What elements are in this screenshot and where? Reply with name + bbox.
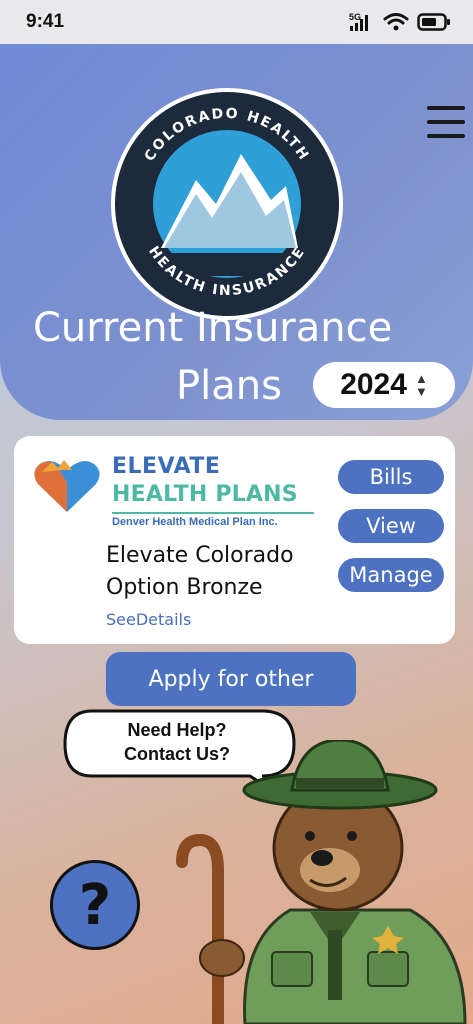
- year-select[interactable]: 2024 ▲ ▼: [313, 362, 455, 408]
- year-value: 2024: [340, 368, 407, 401]
- wifi-icon: [383, 13, 409, 31]
- status-bar: 9:41 5G: [0, 0, 473, 44]
- colorado-health-logo: COLORADO HEALTH HEALTH INSURANCE: [111, 88, 343, 320]
- brand-subtitle: Denver Health Medical Plan Inc.: [112, 516, 278, 528]
- status-time: 9:41: [26, 11, 65, 32]
- page-title-line1: Current Insurance: [33, 305, 393, 351]
- help-button[interactable]: ?: [50, 860, 140, 950]
- plan-card: ELEVATE HEALTH PLANS Denver Health Medic…: [14, 436, 455, 644]
- see-details-link[interactable]: SeeDetails: [106, 610, 191, 629]
- bear-ranger-mascot: [176, 740, 467, 1024]
- view-button[interactable]: View: [338, 509, 444, 543]
- updown-chevron-icon: ▲ ▼: [414, 371, 428, 399]
- bills-button[interactable]: Bills: [338, 460, 444, 494]
- cellular-signal-icon: 5G: [349, 12, 368, 31]
- battery-icon: [417, 13, 450, 31]
- apply-for-other-button[interactable]: Apply for other: [106, 652, 356, 706]
- manage-button[interactable]: Manage: [338, 558, 444, 592]
- hamburger-menu-icon[interactable]: [427, 106, 465, 140]
- status-icons: 5G: [349, 12, 451, 32]
- brand-line1: ELEVATE: [112, 454, 221, 479]
- page-title-line2: Plans: [176, 363, 282, 409]
- heart-mountain-logo-icon: [34, 460, 100, 512]
- brand-line2: HEALTH PLANS: [112, 482, 298, 507]
- brand-divider: [112, 512, 314, 514]
- help-text-line1: Need Help?: [127, 720, 227, 740]
- question-mark-icon: ?: [78, 872, 112, 938]
- network-label: 5G: [349, 12, 361, 22]
- plan-name: Elevate Colorado Option Bronze: [106, 543, 294, 600]
